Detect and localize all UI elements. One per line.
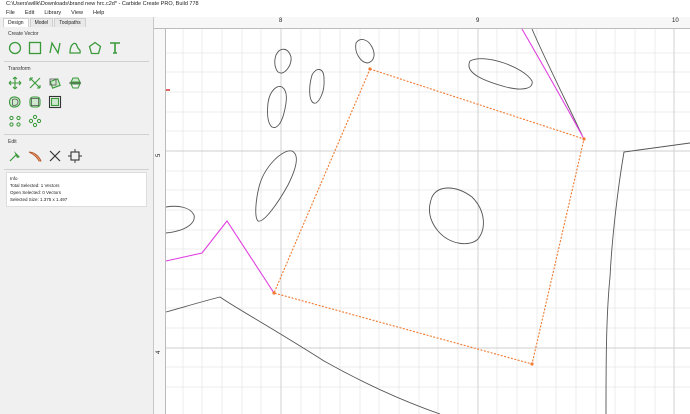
knife-icon[interactable] — [28, 149, 42, 163]
vectors — [165, 28, 690, 414]
mirror-icon[interactable] — [68, 76, 82, 90]
sidebar: Design Model Toolpaths Create Vector Tra… — [0, 17, 154, 414]
info-panel: Info Total Selected: 1 Vectors Open Sele… — [6, 172, 147, 207]
boolean-icon[interactable] — [48, 95, 62, 109]
transform-tools-row-3 — [0, 113, 153, 129]
rectangle-icon[interactable] — [28, 41, 42, 55]
oval-shape — [255, 150, 297, 222]
info-total-selected: Total Selected: 1 Vectors — [10, 183, 60, 188]
ruler-label-left: 4 — [156, 350, 162, 354]
boundary-icon[interactable] — [68, 149, 82, 163]
polyline-icon[interactable] — [48, 41, 62, 55]
rotate-icon[interactable] — [48, 76, 62, 90]
tab-toolpaths[interactable]: Toolpaths — [54, 18, 86, 27]
edit-title: Edit — [8, 139, 17, 145]
menu-file[interactable]: File — [6, 9, 15, 17]
move-icon[interactable] — [8, 76, 22, 90]
design-canvas[interactable]: 8 9 10 5 4 — [154, 17, 690, 414]
menu-bar: File Edit Library View Help — [0, 9, 690, 17]
oval-shape — [355, 39, 375, 64]
text-icon[interactable] — [108, 41, 122, 55]
create-vector-title: Create Vector — [8, 31, 39, 37]
ruler-label-top: 10 — [672, 18, 679, 24]
oval-shape — [309, 69, 325, 104]
sidebar-tabs: Design Model Toolpaths — [0, 18, 153, 27]
tab-design[interactable]: Design — [3, 18, 29, 27]
ruler-label-left: 5 — [156, 153, 162, 157]
menu-library[interactable]: Library — [44, 9, 61, 17]
highlighted-path — [521, 28, 585, 140]
menu-view[interactable]: View — [71, 9, 83, 17]
polygon-icon[interactable] — [88, 41, 102, 55]
edit-tools — [0, 148, 153, 164]
major-grid — [166, 29, 690, 414]
menu-help[interactable]: Help — [93, 9, 104, 17]
trim-icon[interactable] — [48, 149, 62, 163]
tab-model[interactable]: Model — [29, 18, 54, 27]
transform-tools-row-2 — [0, 94, 153, 110]
create-vector-tools — [0, 40, 153, 56]
circular-array-icon[interactable] — [8, 114, 22, 128]
menu-edit[interactable]: Edit — [25, 9, 34, 17]
fillet-icon[interactable] — [28, 95, 42, 109]
ruler-label-top: 8 — [279, 18, 283, 24]
scale-icon[interactable] — [28, 76, 42, 90]
top-ruler: 8 9 10 — [154, 17, 690, 29]
selected-vector — [273, 68, 585, 365]
curve-icon[interactable] — [68, 41, 82, 55]
left-ruler: 5 4 — [154, 29, 166, 414]
info-title: Info — [10, 176, 18, 181]
grid — [166, 29, 690, 414]
circle-icon[interactable] — [8, 41, 22, 55]
oval-shape — [267, 86, 287, 128]
window-title: C:\Users\willk\Downloads\brand new hrc.c… — [0, 0, 690, 9]
guide-line — [605, 142, 690, 414]
divider — [4, 134, 149, 135]
ruler-label-top: 9 — [476, 18, 480, 24]
highlighted-path — [165, 220, 275, 294]
node-edit-icon[interactable] — [8, 149, 22, 163]
transform-title: Transform — [8, 66, 31, 72]
divider — [4, 169, 149, 170]
divider — [4, 61, 149, 62]
offset-icon[interactable] — [8, 95, 22, 109]
guide-line — [531, 28, 583, 136]
info-open-selected: Open Selected: 0 Vectors — [10, 190, 62, 195]
linear-array-icon[interactable] — [28, 114, 42, 128]
canvas-drawing[interactable] — [154, 17, 690, 414]
transform-tools-row-1 — [0, 75, 153, 91]
oval-shape — [429, 187, 484, 245]
info-selected-size: Selected Size: 1.375 x 1.497 — [10, 197, 68, 202]
